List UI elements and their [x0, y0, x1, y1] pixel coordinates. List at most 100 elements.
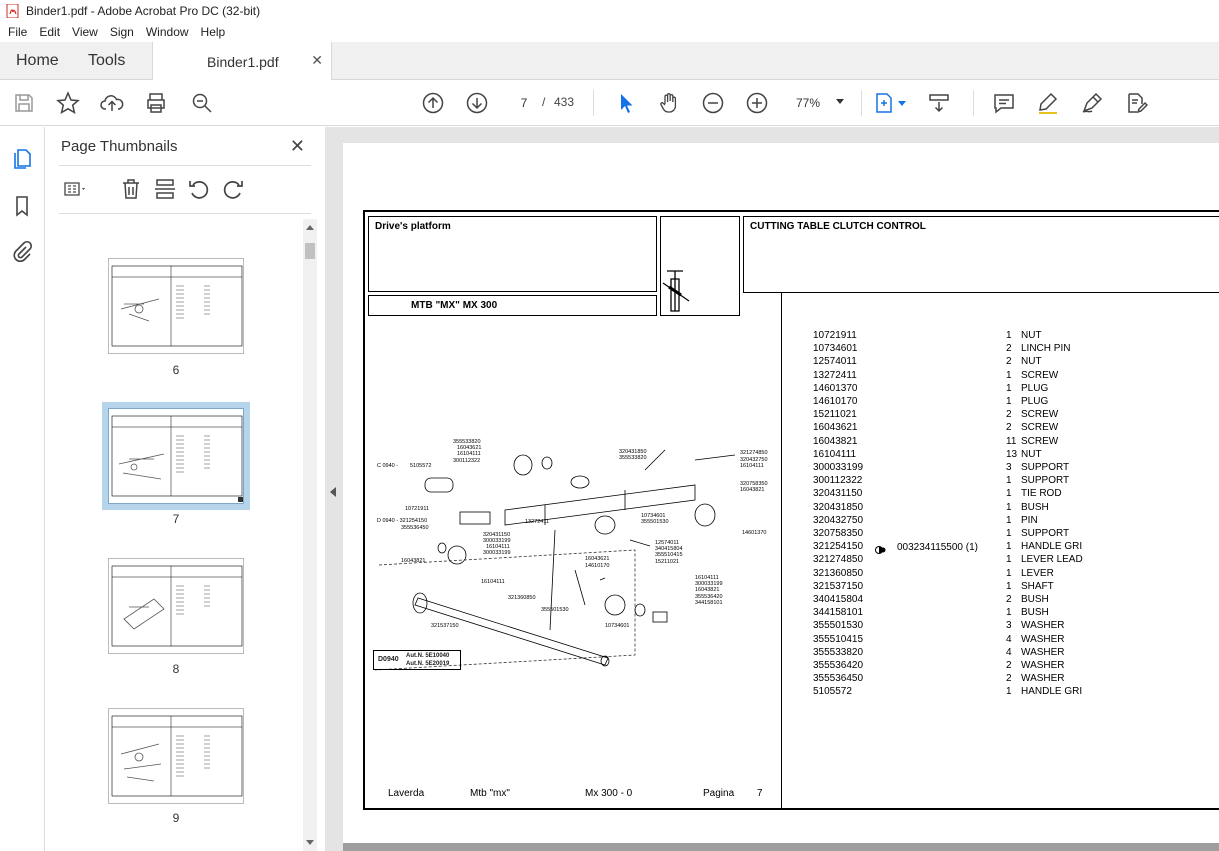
sign-pen-icon[interactable] [1080, 91, 1104, 115]
extract-pages-icon[interactable] [153, 177, 177, 201]
lever-symbol-icon [662, 270, 690, 312]
tab-close-icon[interactable]: ✕ [311, 52, 323, 69]
menu-sign[interactable]: Sign [104, 25, 140, 39]
aut-number-1: Aut.N. 5E10040 [406, 653, 450, 659]
code-box: D0940 Aut.N. 5E10040 Aut.N. 5E20019 [373, 650, 461, 670]
collapse-panel-icon[interactable] [330, 487, 336, 497]
hand-tool-icon[interactable] [657, 91, 681, 115]
part-code: 16043621 [813, 422, 858, 434]
menu-file[interactable]: File [2, 25, 33, 39]
window-titlebar: Binder1.pdf - Adobe Acrobat Pro DC (32-b… [0, 0, 1219, 22]
page-thumbnail-selected[interactable] [102, 402, 250, 510]
part-desc: BUSH [1021, 607, 1049, 619]
svg-text:16043821: 16043821 [695, 587, 719, 593]
page-thumbnail[interactable] [108, 558, 244, 654]
part-qty: 1 [1006, 514, 1012, 526]
zoom-in-icon[interactable] [745, 91, 769, 115]
bookmark-star-icon[interactable] [56, 91, 80, 115]
part-code: 320431850 [813, 501, 864, 513]
part-qty: 1 [1006, 501, 1012, 513]
acrobat-app-icon [6, 4, 19, 18]
menu-view[interactable]: View [66, 25, 104, 39]
page-down-icon[interactable] [465, 91, 489, 115]
scroll-mode-icon[interactable] [927, 91, 951, 115]
navigation-strip [0, 127, 45, 851]
section-title: Drive's platform [375, 221, 451, 232]
part-desc: SHAFT [1021, 580, 1054, 592]
fit-page-dropdown-icon[interactable] [898, 101, 906, 106]
page-number-input[interactable] [509, 92, 539, 114]
part-code: 14610170 [813, 396, 858, 407]
part-qty: 3 [1006, 462, 1012, 473]
thumbnails-scrollbar[interactable] [303, 219, 317, 851]
close-panel-icon[interactable]: ✕ [290, 136, 305, 157]
model-line: MTB "MX" MX 300 [411, 300, 498, 311]
svg-text:344158101: 344158101 [695, 600, 723, 606]
part-desc: WASHER [1021, 646, 1065, 658]
part-code: 321360850 [813, 567, 864, 579]
title-box: CUTTING TABLE CLUTCH CONTROL [743, 216, 1219, 293]
part-code: 15211021 [813, 409, 857, 421]
svg-text:16104111: 16104111 [457, 451, 481, 457]
parts-note: 003234115500 (1) [897, 542, 978, 553]
comment-icon[interactable] [992, 91, 1016, 115]
part-qty: 2 [1006, 422, 1012, 434]
part-code: 340415804 [813, 594, 864, 605]
part-code: 300112322 [813, 475, 863, 487]
tab-home[interactable]: Home [16, 42, 59, 80]
zoom-search-icon[interactable] [190, 91, 214, 115]
svg-text:355501530: 355501530 [641, 519, 669, 525]
menu-help[interactable]: Help [195, 25, 232, 39]
exploded-parts-diagram: 3555338201604362116104111300112322 32043… [374, 439, 768, 671]
select-cursor-icon[interactable] [614, 91, 638, 115]
attachments-paperclip-icon[interactable] [10, 240, 34, 264]
part-qty: 1 [1006, 528, 1012, 539]
part-desc: SCREW [1021, 369, 1059, 381]
page-total: 433 [554, 95, 575, 109]
page-thumbnails-icon[interactable] [10, 147, 34, 171]
fill-sign-icon[interactable] [1124, 91, 1149, 115]
svg-text:D 0940 - 321254150: D 0940 - 321254150 [377, 518, 427, 524]
zoom-out-icon[interactable] [701, 91, 725, 115]
page-up-icon[interactable] [421, 91, 445, 115]
thumbnails-panel: Page Thumbnails ✕ 6 7 8 9 [45, 127, 325, 851]
symbol-box [660, 216, 740, 316]
options-menu-icon[interactable] [63, 177, 87, 201]
svg-text:300033199: 300033199 [483, 550, 511, 556]
svg-text:14601370: 14601370 [742, 530, 766, 536]
highlight-pen-icon[interactable] [1036, 91, 1060, 115]
zoom-select[interactable]: 77% [788, 92, 850, 114]
part-qty: 2 [1006, 343, 1012, 355]
part-desc: LEVER [1021, 567, 1054, 579]
save-icon[interactable] [12, 91, 36, 115]
bookmarks-icon[interactable] [10, 194, 34, 218]
part-desc: LINCH PIN [1021, 343, 1071, 355]
part-desc: HANDLE GRI [1021, 541, 1083, 553]
part-qty: 1 [1006, 330, 1012, 341]
part-desc: WASHER [1021, 673, 1065, 685]
svg-text:321537150: 321537150 [431, 623, 459, 629]
fit-page-icon[interactable] [872, 91, 896, 115]
tab-document[interactable]: Binder1.pdf ✕ [152, 42, 332, 81]
rotate-left-icon[interactable] [187, 177, 211, 201]
part-qty: 4 [1006, 633, 1012, 645]
part-code: 12574011 [813, 356, 857, 368]
part-qty: 1 [1006, 554, 1012, 566]
upload-cloud-icon[interactable] [100, 91, 124, 115]
tab-document-label: Binder1.pdf [207, 54, 279, 70]
part-desc: SUPPORT [1021, 528, 1070, 539]
page-thumbnail[interactable] [108, 708, 244, 804]
main-toolbar [0, 80, 1219, 126]
menu-edit[interactable]: Edit [33, 25, 66, 39]
thumbnail-label: 7 [172, 512, 180, 526]
page-thumbnail[interactable] [108, 258, 244, 354]
part-desc: WASHER [1021, 660, 1065, 671]
rotate-right-icon[interactable] [221, 177, 245, 201]
tab-tools[interactable]: Tools [88, 42, 125, 80]
part-desc: NUT [1021, 330, 1042, 341]
part-qty: 1 [1006, 580, 1012, 592]
part-qty: 1 [1006, 396, 1012, 407]
print-icon[interactable] [144, 91, 168, 115]
menu-window[interactable]: Window [140, 25, 195, 39]
delete-trash-icon[interactable] [119, 177, 143, 201]
